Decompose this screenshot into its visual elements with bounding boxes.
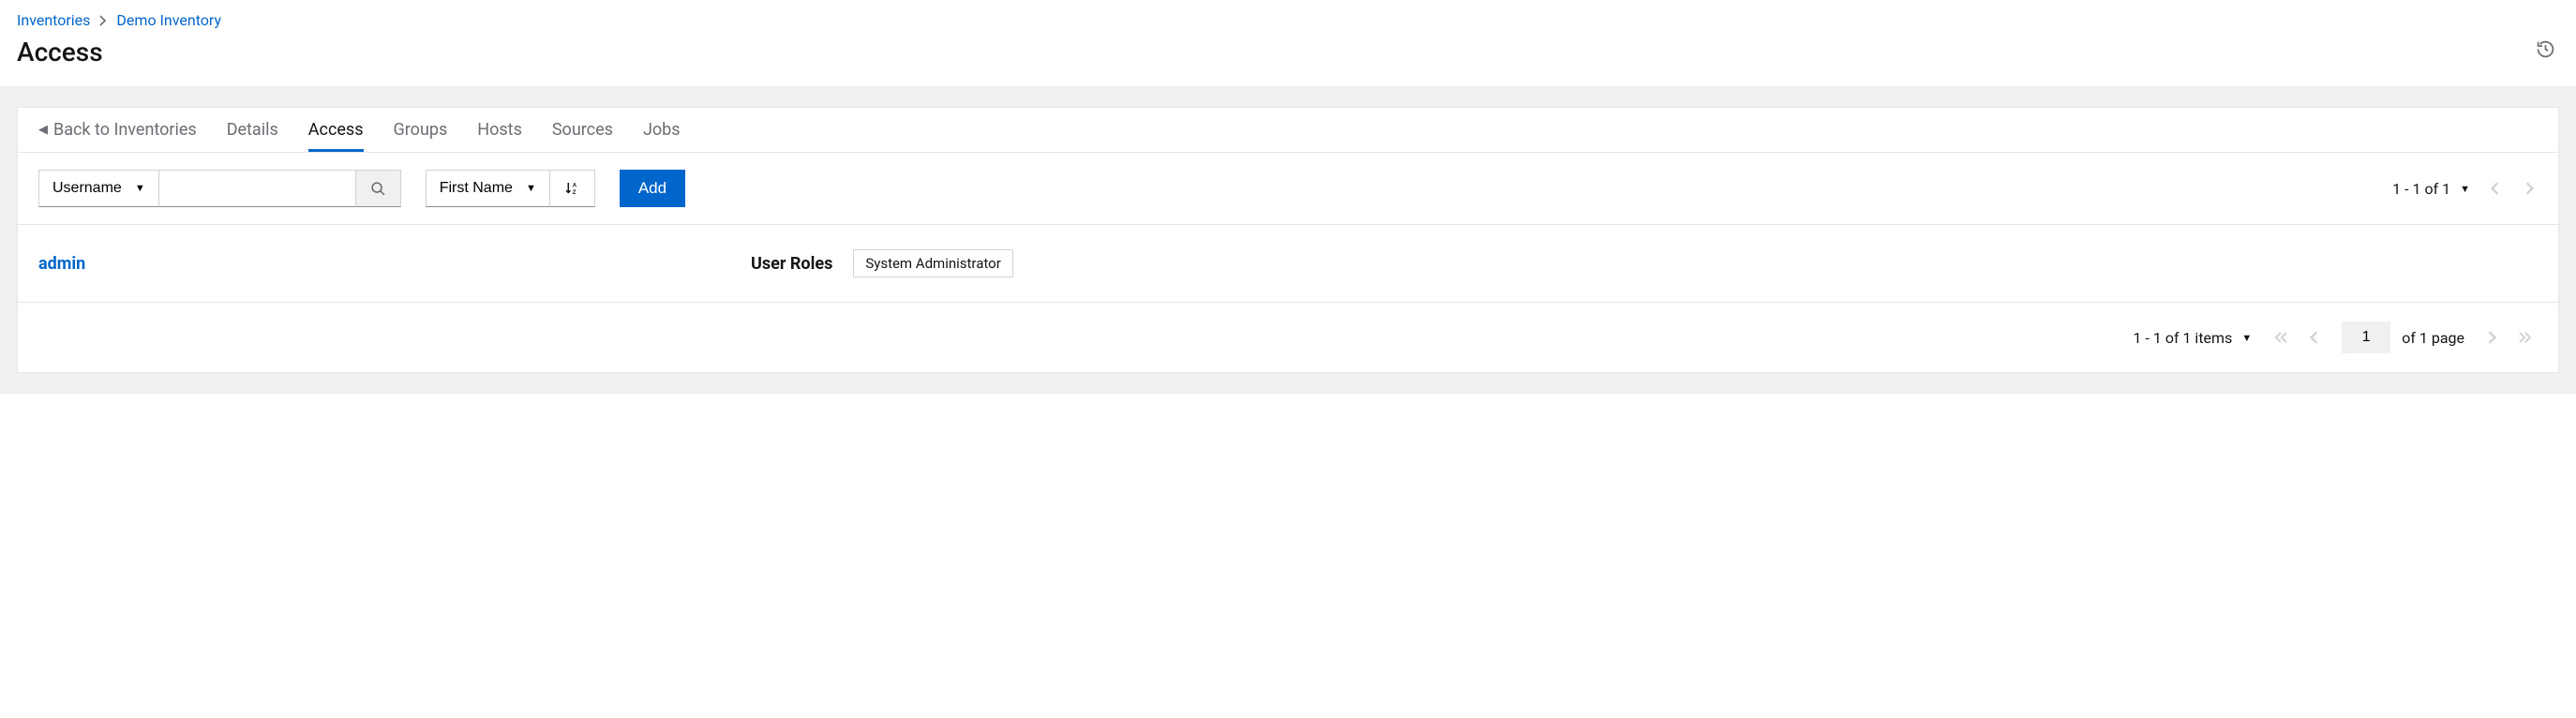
tab-back-label: Back to Inventories xyxy=(53,120,197,140)
items-per-page-dropdown[interactable]: 1 - 1 of 1 ▼ xyxy=(2392,180,2470,198)
breadcrumb-root-link[interactable]: Inventories xyxy=(17,11,90,29)
role-badge: System Administrator xyxy=(853,249,1012,277)
sort-field-dropdown[interactable]: First Name ▼ xyxy=(426,170,550,207)
tab-hosts[interactable]: Hosts xyxy=(477,108,522,152)
user-link[interactable]: admin xyxy=(38,254,751,274)
svg-text:Z: Z xyxy=(573,190,577,196)
content-card: ◀ Back to Inventories Details Access Gro… xyxy=(17,107,2559,373)
caret-down-icon: ▼ xyxy=(2241,332,2252,344)
top-pagination-range: 1 - 1 of 1 xyxy=(2392,180,2450,198)
footer-pagination: 1 - 1 of 1 items ▼ of 1 page xyxy=(18,302,2558,372)
chevron-right-icon xyxy=(2487,331,2496,344)
chevron-right-icon xyxy=(99,15,107,26)
next-page-button-footer[interactable] xyxy=(2487,331,2496,344)
sort-field-label: First Name xyxy=(440,180,513,197)
caret-down-icon: ▼ xyxy=(526,183,536,194)
chevron-right-icon xyxy=(2524,182,2534,195)
prev-page-button-footer[interactable] xyxy=(2310,331,2319,344)
chevron-left-icon xyxy=(2310,331,2319,344)
history-icon[interactable] xyxy=(2536,39,2555,59)
double-chevron-right-icon xyxy=(2517,331,2532,344)
toolbar: Username ▼ First Name ▼ xyxy=(18,153,2558,224)
prev-page-button[interactable] xyxy=(2487,182,2504,195)
sort-filter-group: First Name ▼ A Z xyxy=(426,170,595,207)
items-per-page-dropdown-footer[interactable]: 1 - 1 of 1 items ▼ xyxy=(2134,329,2253,347)
svg-text:A: A xyxy=(573,184,577,189)
tabs: ◀ Back to Inventories Details Access Gro… xyxy=(18,108,2558,153)
tab-details[interactable]: Details xyxy=(227,108,278,152)
tab-groups[interactable]: Groups xyxy=(394,108,448,152)
page-number-input[interactable] xyxy=(2342,322,2390,353)
search-input[interactable] xyxy=(159,170,356,207)
caret-left-icon: ◀ xyxy=(38,123,48,137)
tab-back[interactable]: ◀ Back to Inventories xyxy=(38,108,197,152)
double-chevron-left-icon xyxy=(2274,331,2289,344)
last-page-button[interactable] xyxy=(2517,331,2532,344)
next-page-button[interactable] xyxy=(2521,182,2538,195)
tab-jobs[interactable]: Jobs xyxy=(643,108,681,152)
page-title: Access xyxy=(17,37,2559,67)
top-pagination: 1 - 1 of 1 ▼ xyxy=(2392,180,2538,198)
chevron-left-icon xyxy=(2491,182,2500,195)
sort-az-icon: A Z xyxy=(563,180,580,197)
search-button[interactable] xyxy=(356,170,401,207)
table-row: admin User Roles System Administrator xyxy=(18,224,2558,302)
tab-access[interactable]: Access xyxy=(308,108,364,152)
caret-down-icon: ▼ xyxy=(2460,183,2470,195)
first-page-button[interactable] xyxy=(2274,331,2289,344)
search-icon xyxy=(370,181,386,197)
filter-field-label: Username xyxy=(52,180,122,197)
sort-direction-button[interactable]: A Z xyxy=(550,170,595,207)
footer-page-suffix: of 1 page xyxy=(2402,329,2464,347)
footer-items-text: 1 - 1 of 1 items xyxy=(2134,329,2233,347)
breadcrumb: Inventories Demo Inventory xyxy=(17,11,2559,29)
breadcrumb-item-link[interactable]: Demo Inventory xyxy=(116,11,221,29)
add-button[interactable]: Add xyxy=(620,170,685,207)
filter-field-dropdown[interactable]: Username ▼ xyxy=(38,170,159,207)
caret-down-icon: ▼ xyxy=(135,183,145,194)
tab-sources[interactable]: Sources xyxy=(552,108,613,152)
search-filter-group: Username ▼ xyxy=(38,170,401,207)
user-roles-label: User Roles xyxy=(751,254,832,274)
